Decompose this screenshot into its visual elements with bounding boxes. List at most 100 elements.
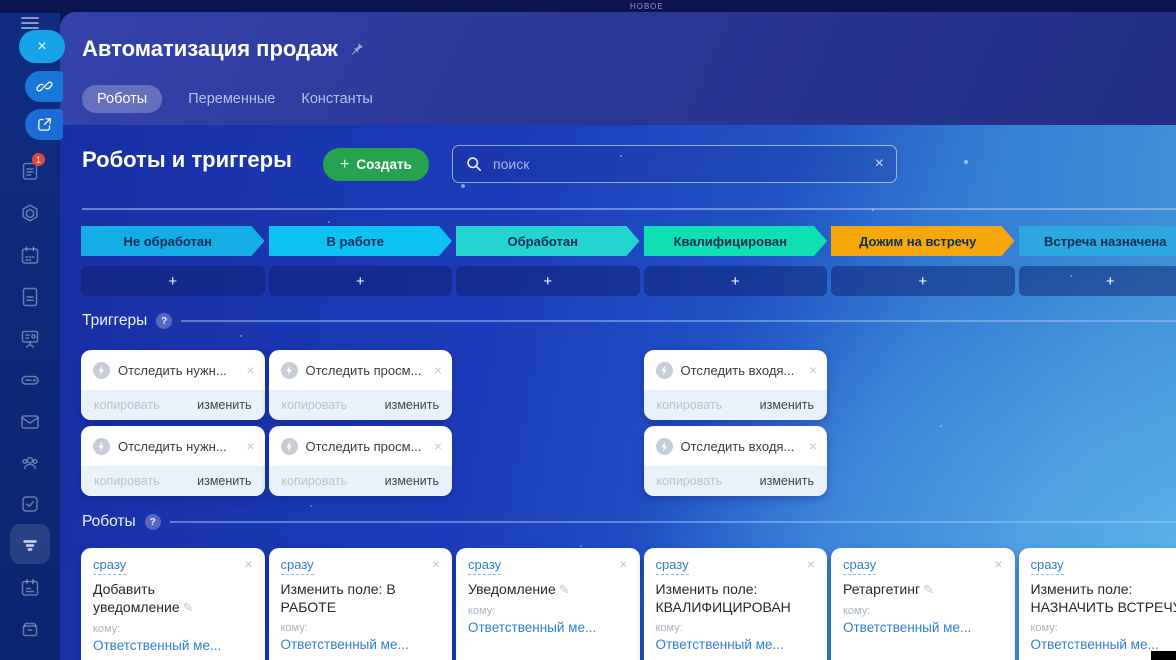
- close-slider-button[interactable]: ×: [19, 30, 65, 63]
- robot-card[interactable]: сразу × Добавить уведомление✎ кому: Отве…: [81, 548, 265, 660]
- robot-to-value[interactable]: Ответственный ме...: [468, 620, 628, 635]
- trigger-card[interactable]: Отследить нужн... × копировать изменить: [81, 350, 265, 420]
- pencil-icon[interactable]: ✎: [183, 600, 194, 615]
- edit-button[interactable]: изменить: [197, 474, 251, 488]
- edit-button[interactable]: изменить: [760, 474, 814, 488]
- close-icon[interactable]: ×: [619, 557, 627, 571]
- copy-button[interactable]: копировать: [94, 474, 160, 488]
- robot-title: Уведомление: [468, 581, 556, 597]
- copy-button[interactable]: копировать: [657, 474, 723, 488]
- stage-qualified[interactable]: Квалифицирован: [644, 226, 828, 256]
- add-robot-button[interactable]: +: [269, 266, 453, 296]
- calendar-icon[interactable]: [18, 244, 42, 268]
- trigger-bolt-icon: [656, 362, 673, 379]
- stage-processed[interactable]: Обработан: [456, 226, 640, 256]
- pencil-icon[interactable]: ✎: [923, 582, 934, 597]
- close-icon[interactable]: ×: [246, 363, 254, 377]
- robot-to-label: кому:: [281, 622, 441, 634]
- add-robot-button[interactable]: +: [1019, 266, 1176, 296]
- robot-when-link[interactable]: сразу: [468, 557, 501, 575]
- robot-card[interactable]: сразу × Изменить поле: В РАБОТЕ кому: От…: [269, 548, 453, 660]
- copy-button[interactable]: копировать: [282, 474, 348, 488]
- pencil-icon[interactable]: ✎: [559, 582, 570, 597]
- tab-constants[interactable]: Константы: [301, 91, 372, 107]
- trigger-card[interactable]: Отследить входя... × копировать изменить: [644, 350, 828, 420]
- trigger-title: Отследить нужн...: [118, 439, 238, 454]
- close-icon[interactable]: ×: [434, 439, 442, 453]
- close-icon[interactable]: ×: [807, 557, 815, 571]
- checkbox-icon[interactable]: [18, 492, 42, 516]
- robot-when-link[interactable]: сразу: [843, 557, 876, 575]
- robot-card[interactable]: сразу × Изменить поле: НАЗНАЧИТЬ ВСТРЕЧУ…: [1019, 548, 1176, 660]
- robot-row: сразу × Добавить уведомление✎ кому: Отве…: [60, 548, 1176, 660]
- crm-icon[interactable]: [18, 202, 42, 226]
- trigger-row-2: Отследить нужн... × копировать изменить …: [60, 426, 1176, 496]
- robot-to-value[interactable]: Ответственный ме...: [843, 620, 1003, 635]
- search-input[interactable]: [493, 156, 865, 172]
- app-screen: НОВОЕ 1: [0, 0, 1176, 660]
- edit-button[interactable]: изменить: [197, 398, 251, 412]
- robot-title: Изменить поле: НАЗНАЧИТЬ ВСТРЕЧУ: [1031, 581, 1176, 615]
- slider-tabs: Роботы Переменные Константы: [82, 85, 373, 113]
- close-icon[interactable]: ×: [809, 363, 817, 377]
- add-robot-button[interactable]: +: [81, 266, 265, 296]
- close-icon[interactable]: ×: [809, 439, 817, 453]
- tab-variables[interactable]: Переменные: [188, 91, 275, 107]
- presentation-icon[interactable]: [18, 327, 42, 351]
- help-icon[interactable]: ?: [145, 514, 161, 530]
- slider-tab-bump: [88, 12, 146, 18]
- robot-title: Изменить поле: КВАЛИФИЦИРОВАН: [656, 581, 791, 615]
- stage-not-processed[interactable]: Не обработан: [81, 226, 265, 256]
- create-button[interactable]: + Создать: [323, 148, 429, 181]
- stage-in-progress[interactable]: В работе: [269, 226, 453, 256]
- close-icon[interactable]: ×: [994, 557, 1002, 571]
- add-robot-button[interactable]: +: [831, 266, 1015, 296]
- open-new-window-button[interactable]: [25, 109, 63, 140]
- edit-button[interactable]: изменить: [760, 398, 814, 412]
- copy-button[interactable]: копировать: [94, 398, 160, 412]
- document-icon[interactable]: [18, 285, 42, 309]
- people-icon[interactable]: [18, 451, 42, 475]
- robot-when-link[interactable]: сразу: [281, 557, 314, 575]
- stage-meeting-scheduled[interactable]: Встреча назначена: [1019, 226, 1176, 256]
- add-robot-button[interactable]: +: [456, 266, 640, 296]
- edit-button[interactable]: изменить: [385, 398, 439, 412]
- trigger-card[interactable]: Отследить входя... × копировать изменить: [644, 426, 828, 496]
- storage-icon[interactable]: [18, 617, 42, 641]
- tab-robots[interactable]: Роботы: [82, 85, 162, 113]
- sidebar-item-automation[interactable]: [10, 524, 50, 564]
- trigger-card[interactable]: Отследить просм... × копировать изменить: [269, 350, 453, 420]
- stage-push-to-meeting[interactable]: Дожим на встречу: [831, 226, 1015, 256]
- help-icon[interactable]: ?: [156, 313, 172, 329]
- robot-to-value[interactable]: Ответственный ме...: [281, 637, 441, 652]
- robot-card[interactable]: сразу × Изменить поле: КВАЛИФИЦИРОВАН ко…: [644, 548, 828, 660]
- trigger-row-1: Отследить нужн... × копировать изменить …: [60, 350, 1176, 420]
- drive-icon[interactable]: [18, 368, 42, 392]
- copy-button[interactable]: копировать: [282, 398, 348, 412]
- trigger-card[interactable]: Отследить нужн... × копировать изменить: [81, 426, 265, 496]
- trigger-card[interactable]: Отследить просм... × копировать изменить: [269, 426, 453, 496]
- add-robot-button[interactable]: +: [644, 266, 828, 296]
- robot-to-value[interactable]: Ответственный ме...: [93, 638, 253, 653]
- search-clear-icon[interactable]: ×: [875, 155, 884, 173]
- robot-card[interactable]: сразу × Уведомление✎ кому: Ответственный…: [456, 548, 640, 660]
- robot-when-link[interactable]: сразу: [656, 557, 689, 575]
- close-icon[interactable]: ×: [434, 363, 442, 377]
- copy-button[interactable]: копировать: [657, 398, 723, 412]
- robots-title: Роботы: [82, 513, 136, 531]
- planner-icon[interactable]: [18, 576, 42, 600]
- menu-icon[interactable]: [21, 17, 39, 29]
- page-title: Автоматизация продаж: [82, 36, 338, 62]
- copy-link-button[interactable]: [25, 71, 63, 102]
- mail-icon[interactable]: [18, 410, 42, 434]
- pin-icon[interactable]: [348, 41, 365, 58]
- close-icon[interactable]: ×: [432, 557, 440, 571]
- robot-card[interactable]: сразу × Ретаргетинг✎ кому: Ответственный…: [831, 548, 1015, 660]
- close-icon[interactable]: ×: [244, 557, 252, 571]
- robot-when-link[interactable]: сразу: [93, 557, 126, 575]
- robot-to-value[interactable]: Ответственный ме...: [656, 637, 816, 652]
- robot-to-label: кому:: [468, 605, 628, 617]
- edit-button[interactable]: изменить: [385, 474, 439, 488]
- close-icon[interactable]: ×: [246, 439, 254, 453]
- robot-when-link[interactable]: сразу: [1031, 557, 1064, 575]
